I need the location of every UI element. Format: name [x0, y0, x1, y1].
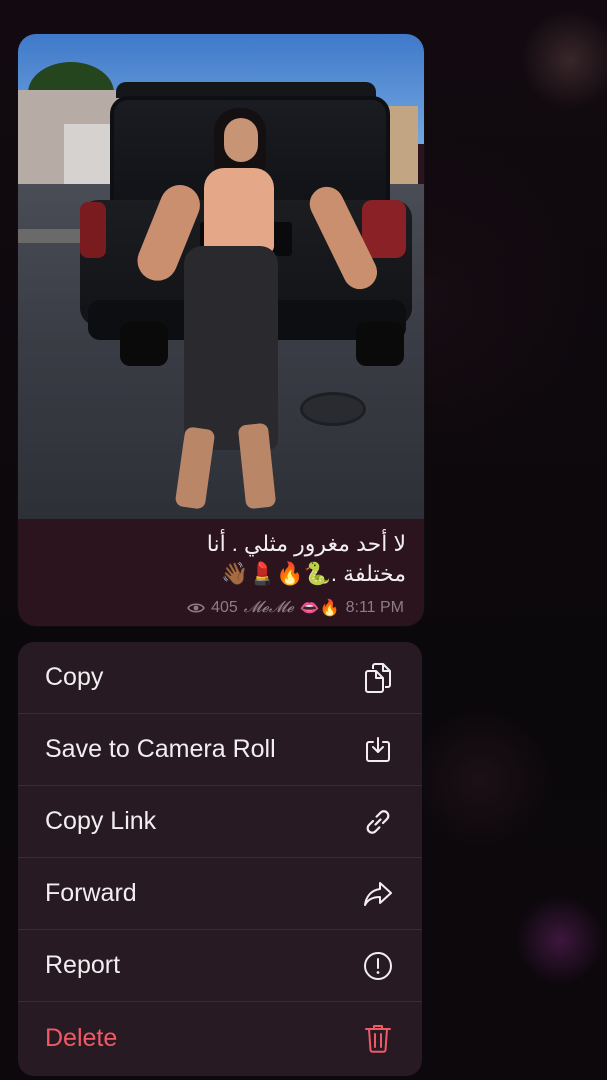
message-caption[interactable]: لا أحد مغرور مثلي . أنا مختلفة .🐍🔥💄👋🏾 — [36, 529, 406, 589]
author-signature: 𝓜𝓮𝓜𝓮 — [243, 599, 294, 616]
person-torso — [204, 168, 274, 254]
menu-item-label: Copy Link — [45, 807, 157, 835]
forward-menu-item[interactable]: Forward — [18, 858, 422, 930]
person-face — [224, 118, 258, 162]
car-wheel — [120, 322, 168, 366]
person-leg — [174, 426, 216, 510]
message-bubble[interactable]: لا أحد مغرور مثلي . أنا مختلفة .🐍🔥💄👋🏾 40… — [18, 34, 424, 626]
download-icon — [362, 734, 394, 766]
message-meta: 405 𝓜𝓮𝓜𝓮 👄🔥 8:11 PM — [187, 598, 404, 618]
person-jeans — [184, 246, 278, 450]
menu-item-label: Delete — [45, 1023, 118, 1052]
caption-line-1: لا أحد مغرور مثلي . أنا — [206, 531, 406, 556]
caption-line-2: مختلفة .🐍🔥💄👋🏾 — [221, 561, 406, 586]
link-icon — [362, 806, 394, 838]
trash-icon — [362, 1022, 394, 1054]
eye-icon — [187, 602, 206, 614]
report-menu-item[interactable]: Report — [18, 930, 422, 1002]
message-time: 8:11 PM — [345, 599, 404, 616]
delete-menu-item[interactable]: Delete — [18, 1002, 422, 1074]
view-count: 405 — [211, 599, 238, 616]
forward-icon — [362, 878, 394, 910]
menu-item-label: Save to Camera Roll — [45, 735, 276, 763]
car-taillight — [80, 202, 106, 258]
exclamation-circle-icon — [362, 950, 394, 982]
save-to-camera-roll-menu-item[interactable]: Save to Camera Roll — [18, 714, 422, 786]
author-emoji: 👄🔥 — [299, 600, 340, 617]
menu-item-label: Forward — [45, 879, 137, 907]
car-wheel — [356, 322, 404, 366]
menu-item-label: Report — [45, 951, 121, 979]
copy-icon — [362, 662, 394, 694]
photo-person — [131, 108, 383, 518]
copy-link-menu-item[interactable]: Copy Link — [18, 786, 422, 858]
message-photo[interactable] — [18, 34, 424, 519]
menu-item-label: Copy — [45, 663, 104, 691]
context-menu: Copy Save to Camera Roll Copy Link Forwa… — [18, 642, 422, 1076]
car-taillight — [362, 200, 406, 258]
copy-menu-item[interactable]: Copy — [18, 642, 422, 714]
